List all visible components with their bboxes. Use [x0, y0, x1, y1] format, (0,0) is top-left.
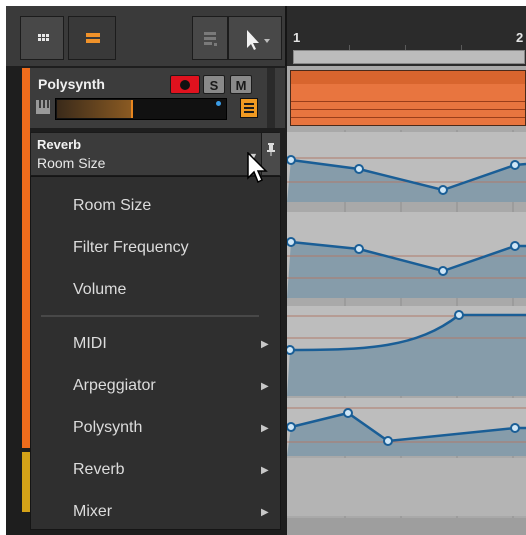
automation-point [438, 185, 448, 195]
record-icon [180, 80, 190, 90]
submenu-arrow-icon: ▶ [261, 339, 269, 350]
track-list-button[interactable] [68, 16, 116, 60]
automation-point [510, 241, 520, 251]
parameter-name: Room Size [37, 155, 106, 171]
submenu-reverb[interactable]: Reverb [73, 461, 125, 479]
parameter-device-name: Reverb [37, 137, 82, 152]
submenu-arrow-icon: ▶ [261, 507, 269, 518]
monitor-indicator [216, 101, 221, 106]
grid-icon [38, 34, 49, 41]
menu-item-room-size[interactable]: Room Size [73, 197, 151, 215]
automation-point [343, 408, 353, 418]
automation-parameter-selector[interactable]: Reverb Room Size ▼ [30, 132, 280, 176]
ruler-bar-1: 1 [293, 30, 301, 45]
submenu-midi[interactable]: MIDI [73, 335, 107, 353]
track-color-strip [22, 452, 30, 512]
automation-point [354, 164, 364, 174]
submenu-arrow-icon: ▶ [261, 465, 269, 476]
automation-lanes[interactable] [287, 66, 526, 535]
meter-peak [131, 100, 133, 118]
solo-button[interactable]: S [203, 75, 225, 94]
toolbar [6, 6, 285, 66]
pointer-tool-button[interactable] [228, 16, 282, 60]
meter-fill [57, 100, 131, 118]
automation-point [383, 436, 393, 446]
daw-window: 1 2 Polysynth S M Reverb Room Size ▼ Roo… [6, 6, 526, 535]
menu-item-volume[interactable]: Volume [73, 281, 126, 299]
timeline-ruler[interactable]: 1 2 [285, 6, 526, 66]
header-divider [267, 68, 275, 128]
submenu-arrow-icon: ▶ [261, 423, 269, 434]
level-meter [55, 98, 227, 120]
piano-icon [36, 100, 50, 114]
automation-point [287, 422, 296, 432]
track-menu-button[interactable] [240, 98, 258, 118]
submenu-polysynth[interactable]: Polysynth [73, 419, 142, 437]
submenu-arpeggiator[interactable]: Arpeggiator [73, 377, 156, 395]
track-name[interactable]: Polysynth [38, 76, 105, 92]
automation-point [454, 310, 464, 320]
automation-point [287, 345, 295, 355]
automation-point [510, 160, 520, 170]
ruler-bar-2: 2 [516, 30, 524, 45]
chevron-down-icon [264, 39, 270, 43]
submenu-mixer[interactable]: Mixer [73, 503, 112, 521]
automation-point [287, 237, 296, 247]
arranger-timeline[interactable] [287, 66, 526, 535]
track-color-strip [22, 68, 30, 448]
track-header[interactable]: Polysynth S M [30, 68, 285, 128]
submenu-arrow-icon: ▶ [261, 381, 269, 392]
pointer-icon [247, 30, 270, 50]
menu-item-filter-frequency[interactable]: Filter Frequency [73, 239, 189, 257]
mute-button[interactable]: M [230, 75, 252, 94]
parameter-menu: Room Size Filter Frequency Volume MIDI ▶… [30, 176, 281, 530]
ruler-scrollbar[interactable] [293, 50, 525, 64]
automation-point [287, 155, 296, 165]
record-arm-button[interactable] [170, 75, 200, 94]
list-icon [86, 33, 100, 43]
automation-point [438, 266, 448, 276]
mute-tool-button[interactable] [192, 16, 228, 60]
menu-separator [41, 315, 259, 317]
grid-view-button[interactable] [20, 16, 64, 60]
automation-point [510, 423, 520, 433]
mute-lines-icon [204, 32, 217, 46]
automation-point [354, 244, 364, 254]
mouse-cursor-icon [247, 152, 268, 184]
